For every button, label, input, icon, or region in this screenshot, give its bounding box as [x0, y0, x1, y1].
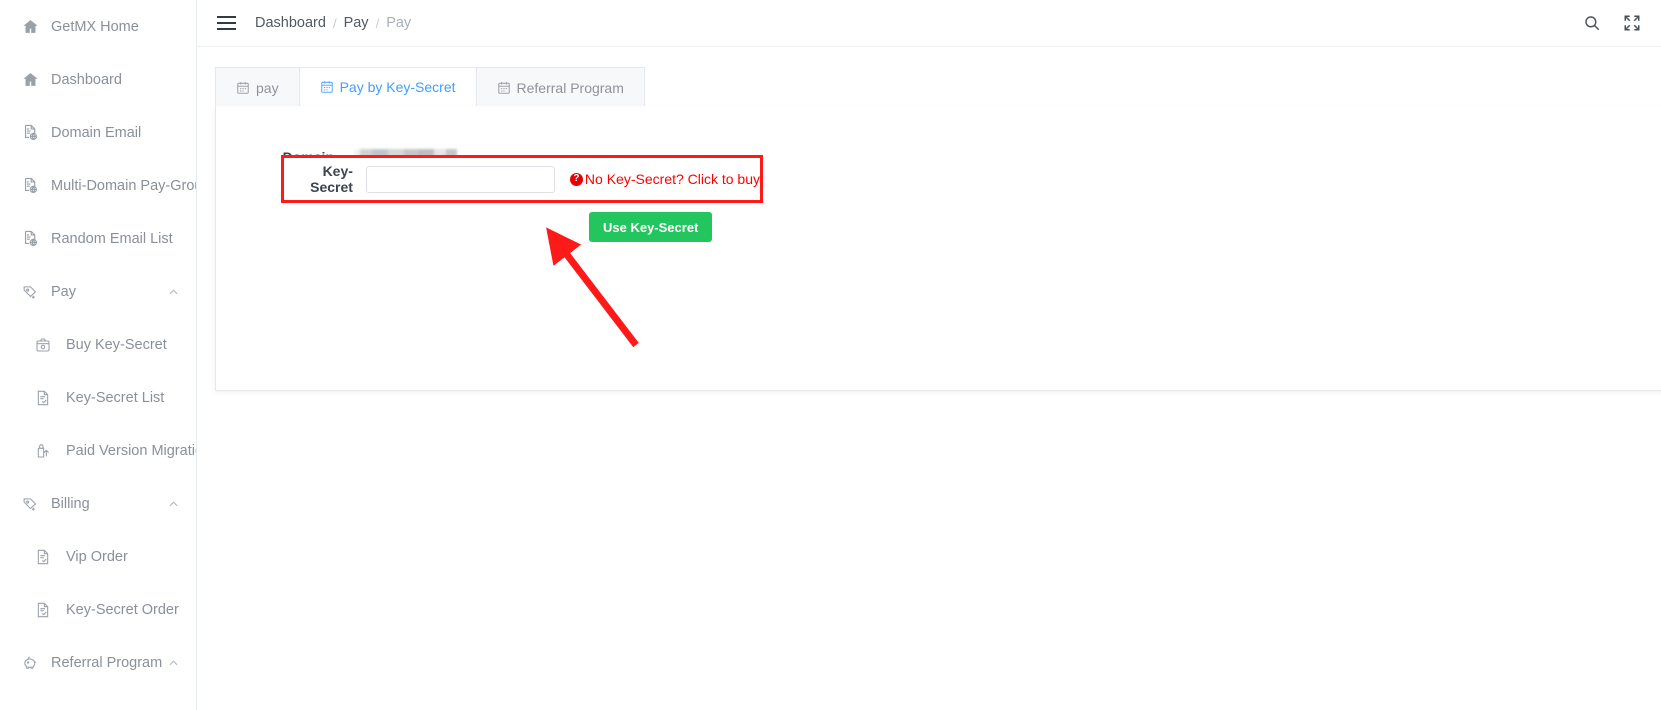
buy-key-secret-link[interactable]: ? No Key-Secret? Click to buy: [569, 171, 760, 187]
use-key-secret-button[interactable]: Use Key-Secret: [589, 212, 713, 242]
tab-label: Pay by Key-Secret: [339, 79, 456, 95]
sidebar-item-label: Referral Program: [51, 654, 163, 671]
sidebar-item-vip-order[interactable]: Vip Order: [0, 530, 196, 583]
document-check-icon: [33, 547, 53, 567]
sidebar-item-multi-domain-pay-group[interactable]: Multi-Domain Pay-Group: [0, 159, 196, 212]
upload-bag-icon: [33, 441, 53, 461]
tab-referral-program[interactable]: Referral Program: [475, 67, 645, 107]
chevron-up-icon: [169, 288, 178, 295]
home-icon: [20, 70, 40, 90]
tab-label: pay: [256, 79, 279, 96]
breadcrumb-item-dashboard[interactable]: Dashboard: [255, 15, 326, 31]
calendar-icon: [497, 81, 511, 95]
sidebar-item-domain-email[interactable]: Domain Email: [0, 106, 196, 159]
sidebar: GetMX Home Dashboard Domain Email Multi-…: [0, 0, 197, 710]
sidebar-item-label: Key-Secret List: [66, 389, 165, 406]
topbar-actions: [1583, 14, 1641, 32]
key-secret-highlight-box: Key-Secret ? No Key-Secret? Click to buy: [281, 155, 763, 203]
tab-bar: pay Pay by Key-Secret Referral Program: [215, 67, 1661, 107]
document-check-icon: [33, 388, 53, 408]
question-circle-icon: ?: [569, 172, 583, 186]
piggy-bank-icon: [20, 653, 40, 673]
package-icon: [33, 335, 53, 355]
sidebar-item-label: Buy Key-Secret: [66, 336, 167, 353]
sidebar-item-label: Billing: [51, 495, 90, 512]
sidebar-item-key-secret-order[interactable]: Key-Secret Order: [0, 583, 196, 636]
buy-key-secret-link-label: No Key-Secret? Click to buy: [584, 171, 760, 187]
sidebar-item-paid-version-migration[interactable]: Paid Version Migration: [0, 424, 196, 477]
sidebar-item-label: GetMX Home: [51, 18, 139, 35]
breadcrumb: Dashboard / Pay / Pay: [255, 15, 411, 31]
document-globe-icon: [20, 229, 40, 249]
sidebar-item-key-secret-list[interactable]: Key-Secret List: [0, 371, 196, 424]
key-secret-input[interactable]: [365, 165, 555, 193]
pay-by-key-secret-form: Domain Key-Secret ? No Key-Secret? Click…: [216, 106, 1661, 350]
breadcrumb-separator: /: [332, 15, 337, 31]
tab-pay[interactable]: pay: [215, 67, 300, 107]
document-globe-icon: [20, 123, 40, 143]
sidebar-item-label: Key-Secret Order: [66, 601, 179, 618]
tab-label: Referral Program: [516, 79, 624, 96]
chevron-up-icon: [169, 659, 178, 666]
calendar-icon: [236, 81, 250, 95]
tab-panel-card: Domain Key-Secret ? No Key-Secret? Click…: [215, 106, 1661, 391]
home-icon: [20, 17, 40, 37]
topbar: Dashboard / Pay / Pay: [197, 0, 1661, 47]
key-secret-label: Key-Secret: [310, 163, 353, 195]
hamburger-collapse-icon[interactable]: [215, 12, 237, 34]
sidebar-item-label: Multi-Domain Pay-Group: [51, 177, 197, 194]
fullscreen-icon[interactable]: [1623, 14, 1641, 32]
sidebar-item-label: Dashboard: [51, 71, 122, 88]
app-root: GetMX Home Dashboard Domain Email Multi-…: [0, 0, 1661, 710]
calendar-icon: [320, 80, 334, 94]
sidebar-item-billing[interactable]: Billing: [0, 477, 196, 530]
chevron-up-icon: [169, 500, 178, 507]
document-check-icon: [33, 600, 53, 620]
sidebar-item-label: Paid Version Migration: [66, 442, 197, 459]
sidebar-item-random-email-list[interactable]: Random Email List: [0, 212, 196, 265]
tab-pay-by-key-secret[interactable]: Pay by Key-Secret: [298, 67, 477, 107]
sidebar-item-label: Pay: [51, 283, 76, 300]
sidebar-item-label: Vip Order: [66, 548, 128, 565]
breadcrumb-item-current: Pay: [386, 15, 412, 31]
document-globe-icon: [20, 176, 40, 196]
sidebar-item-dashboard[interactable]: Dashboard: [0, 53, 196, 106]
search-icon[interactable]: [1583, 14, 1601, 32]
sidebar-item-pay[interactable]: Pay: [0, 265, 196, 318]
breadcrumb-separator: /: [375, 15, 380, 31]
sidebar-item-referral-program[interactable]: Referral Program: [0, 636, 196, 689]
main-area: Dashboard / Pay / Pay pay Pay by Key-Sec…: [197, 0, 1661, 710]
sidebar-item-label: Domain Email: [51, 124, 142, 141]
tag-plus-icon: [20, 282, 40, 302]
sidebar-item-getmx-home[interactable]: GetMX Home: [0, 0, 196, 53]
tag-plus-icon: [20, 494, 40, 514]
breadcrumb-item-pay[interactable]: Pay: [344, 15, 369, 31]
content-area: pay Pay by Key-Secret Referral Program K…: [197, 47, 1661, 710]
sidebar-item-buy-key-secret[interactable]: Buy Key-Secret: [0, 318, 196, 371]
sidebar-item-label: Random Email List: [51, 230, 173, 247]
